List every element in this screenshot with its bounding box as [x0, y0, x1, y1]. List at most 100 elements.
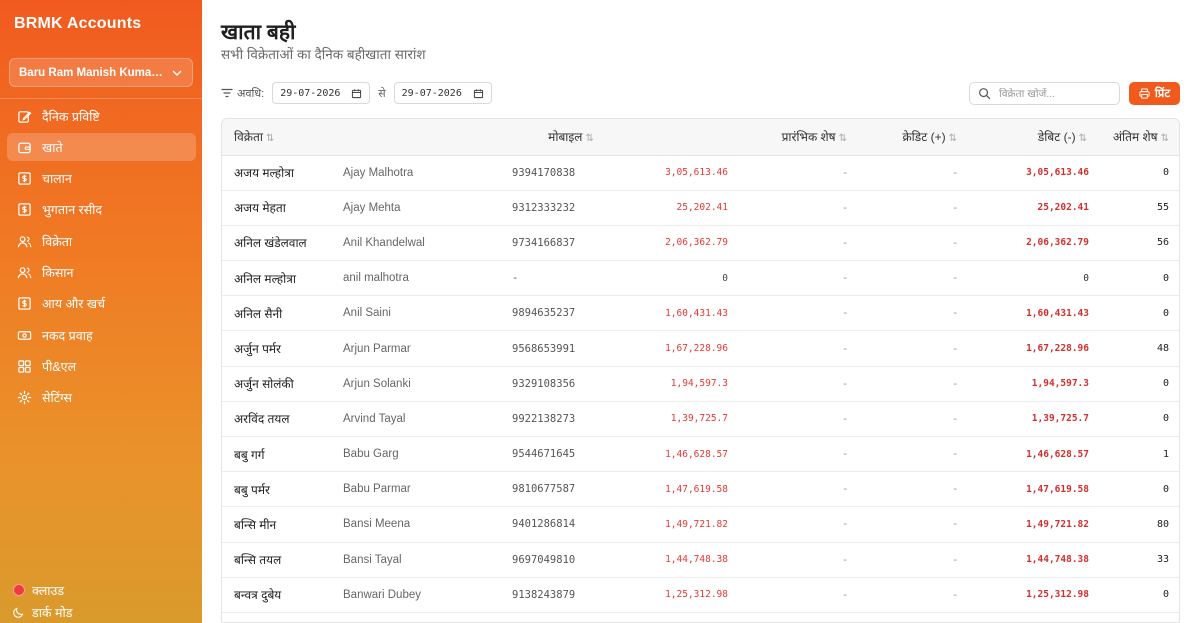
table-row[interactable]: अनिल सैनी Anil Saini 9894635237 1,60,431.43… [222, 296, 1179, 331]
sidebar-item-settings[interactable]: सेटिंग्स [7, 384, 196, 412]
credit-amount: - [843, 412, 847, 425]
vendor-name-hindi: अजय मल्होत्रा [234, 166, 294, 181]
vendor-mobile: 9394170838 [512, 166, 576, 179]
vendor-mobile: 9544671645 [512, 448, 576, 461]
sidebar-item-label: नकद प्रवाह [42, 328, 93, 343]
organization-select[interactable]: Baru Ram Manish Kumar Ve... [9, 58, 193, 87]
vendor-mobile: 9312333232 [512, 201, 576, 214]
closing-balance: 3,05,613.46 [1026, 167, 1089, 179]
page-subtitle: सभी विक्रेताओं का दैनिक बहीखाता सारांश [221, 47, 426, 62]
table-row[interactable]: बबु पर्मर Babu Parmar 9810677587 1,47,619.5… [222, 472, 1179, 507]
sort-icon: ⇅ [1078, 133, 1087, 145]
printer-icon [1139, 88, 1150, 99]
closing-balance: 0 [1083, 272, 1089, 284]
vendor-name-english: Babu Parmar [343, 483, 411, 496]
vendor-name-hindi: अरविंद तयल [234, 412, 290, 427]
from-date-field[interactable]: 29-07-2026 [272, 82, 371, 104]
table-row[interactable]: अनिल खंडेलवाल Anil Khandelwal 9734166837 2,… [222, 225, 1179, 261]
sidebar-item-income-expense[interactable]: आय और खर्च [7, 290, 196, 318]
cloud-status[interactable]: क्लाउड [13, 580, 72, 600]
sidebar-item-cash-flow[interactable]: नकद प्रवाह [7, 321, 196, 349]
nag-count: 48 [1156, 343, 1169, 355]
sidebar-item-farmers[interactable]: किसान [7, 258, 196, 286]
table-row[interactable]: बबु गर्ग Babu Garg 9544671645 1,46,628.57 - -… [222, 437, 1179, 472]
sidebar-item-label: पी&एल [42, 359, 77, 374]
date-filter: अवधि: 29-07-2026 से 29-07-2026 [221, 82, 492, 104]
dollar-icon [18, 297, 31, 311]
sidebar-item-accounts[interactable]: खाते [7, 133, 196, 162]
search-input[interactable] [999, 87, 1109, 100]
grid-icon [18, 360, 31, 373]
nag-count: 0 [1162, 378, 1169, 390]
table-row[interactable]: अर्जुन सोलंकी Arjun Solanki 9329108356 1,94… [222, 366, 1179, 402]
print-button[interactable]: प्रिंट [1129, 82, 1180, 105]
status-dot-icon [13, 584, 25, 596]
sidebar-item-daily-entry[interactable]: दैनिक प्रविष्टि [7, 102, 196, 130]
dollar-icon [18, 172, 31, 185]
to-date-value: 29-07-2026 [401, 87, 462, 99]
credit-amount: - [843, 518, 847, 531]
table-row[interactable]: अर्जुन पर्मर Arjun Parmar 9568653991 1,67,2… [222, 331, 1179, 367]
vendor-name-english: Bansi Tayal [343, 553, 402, 566]
credit-amount: - [843, 272, 847, 285]
sidebar-item-pnl[interactable]: पी&एल [7, 352, 196, 380]
credit-amount: - [843, 448, 847, 461]
users-icon [17, 235, 32, 247]
to-date-field[interactable]: 29-07-2026 [393, 82, 492, 104]
column-header-vendor[interactable]: विक्रेता ⇅ [222, 119, 506, 156]
table-row[interactable]: अजय मेहता Ajay Mehta 9312333232 25,202.41 - -… [222, 190, 1179, 226]
nag-count: 0 [1162, 413, 1169, 425]
column-header-opening-balance[interactable]: प्रारंभिक शेष ⇅ [636, 119, 859, 156]
vendor-name-hindi: अर्जुन सोलंकी [234, 377, 294, 392]
vendor-name-hindi: अनिल सैनी [234, 306, 283, 321]
opening-balance: 0 [722, 272, 728, 284]
opening-balance: 1,94,597.3 [670, 378, 728, 390]
debit-amount: - [953, 236, 957, 249]
sidebar-item-payment-receipt[interactable]: भुगतान रसीद [7, 196, 196, 224]
debit-amount: - [953, 412, 957, 425]
table-row[interactable]: बन्सि तयल Bansi Tayal 9697049810 1,44,748.3… [222, 542, 1179, 578]
nag-count: 1 [1162, 448, 1169, 460]
vendor-search[interactable] [969, 82, 1120, 105]
vendor-name-english: anil malhotra [343, 272, 409, 285]
sort-icon: ⇅ [838, 133, 847, 145]
opening-balance: 25,202.41 [676, 202, 728, 214]
sidebar-item-invoice[interactable]: चालान [7, 165, 196, 193]
ledger-table: विक्रेता ⇅ मोबाइल ⇅ प्रारंभिक शेष ⇅ क्रेडिट… [221, 118, 1180, 623]
vendor-mobile: 9734166837 [512, 236, 576, 249]
table-row[interactable]: अरविंद तयल Arvind Tayal 9922138273 1,39,725… [222, 401, 1179, 437]
page-title: खाता बही [221, 21, 296, 44]
sidebar-item-vendors[interactable]: विक्रेता [7, 227, 196, 255]
table-row[interactable]: बन्वत्र दुबेय Banwari Dubey 9138243879 1,25… [222, 577, 1179, 613]
credit-amount: - [843, 307, 847, 320]
opening-balance: 1,25,312.98 [665, 589, 728, 601]
credit-amount: - [843, 166, 847, 179]
vendor-name-english: Bansi Meena [343, 518, 411, 531]
opening-balance: 1,47,619.58 [665, 483, 728, 495]
table-row[interactable]: बन्सि मीन Bansi Meena 9401286814 1,49,721.8… [222, 507, 1179, 543]
column-header-credit[interactable]: क्रेडिट (+) ⇅ [859, 119, 969, 156]
dark-mode-toggle[interactable]: डार्क मोड [13, 602, 72, 622]
table-row[interactable]: अनिल मल्होत्रा anil malhotra - 0 - - 0 0 [222, 261, 1179, 296]
sidebar-item-label: सेटिंग्स [42, 391, 72, 406]
nag-count: 80 [1156, 518, 1169, 530]
column-header-mobile[interactable]: मोबाइल ⇅ [506, 119, 636, 156]
column-header-debit[interactable]: डेबिट (-) ⇅ [969, 119, 1099, 156]
dark-mode-label: डार्क मोड [32, 605, 73, 620]
sidebar-nav: दैनिक प्रविष्टि खाते चालान भुगतान रसीद व… [7, 102, 196, 415]
debit-amount: - [953, 272, 957, 285]
closing-balance: 1,94,597.3 [1031, 378, 1089, 390]
opening-balance: 1,46,628.57 [665, 448, 728, 460]
table-row[interactable]: अजय मल्होत्रा Ajay Malhotra 9394170838 3,05… [222, 155, 1179, 191]
vendor-name-english: Arvind Tayal [343, 412, 406, 425]
vendor-mobile: 9697049810 [512, 553, 576, 566]
vendor-name-english: Arjun Solanki [343, 377, 411, 390]
column-header-closing-balance[interactable]: अंतिम शेष ⇅ [1099, 119, 1179, 156]
period-label: अवधि: [237, 87, 265, 100]
nag-count: 0 [1162, 167, 1169, 179]
main-content: खाता बही सभी विक्रेताओं का दैनिक बहीखाता… [202, 0, 1200, 623]
sidebar-item-label: दैनिक प्रविष्टि [42, 109, 100, 124]
closing-balance: 1,47,619.58 [1026, 483, 1089, 495]
closing-balance: 1,67,228.96 [1026, 343, 1089, 355]
cash-icon [17, 330, 32, 340]
